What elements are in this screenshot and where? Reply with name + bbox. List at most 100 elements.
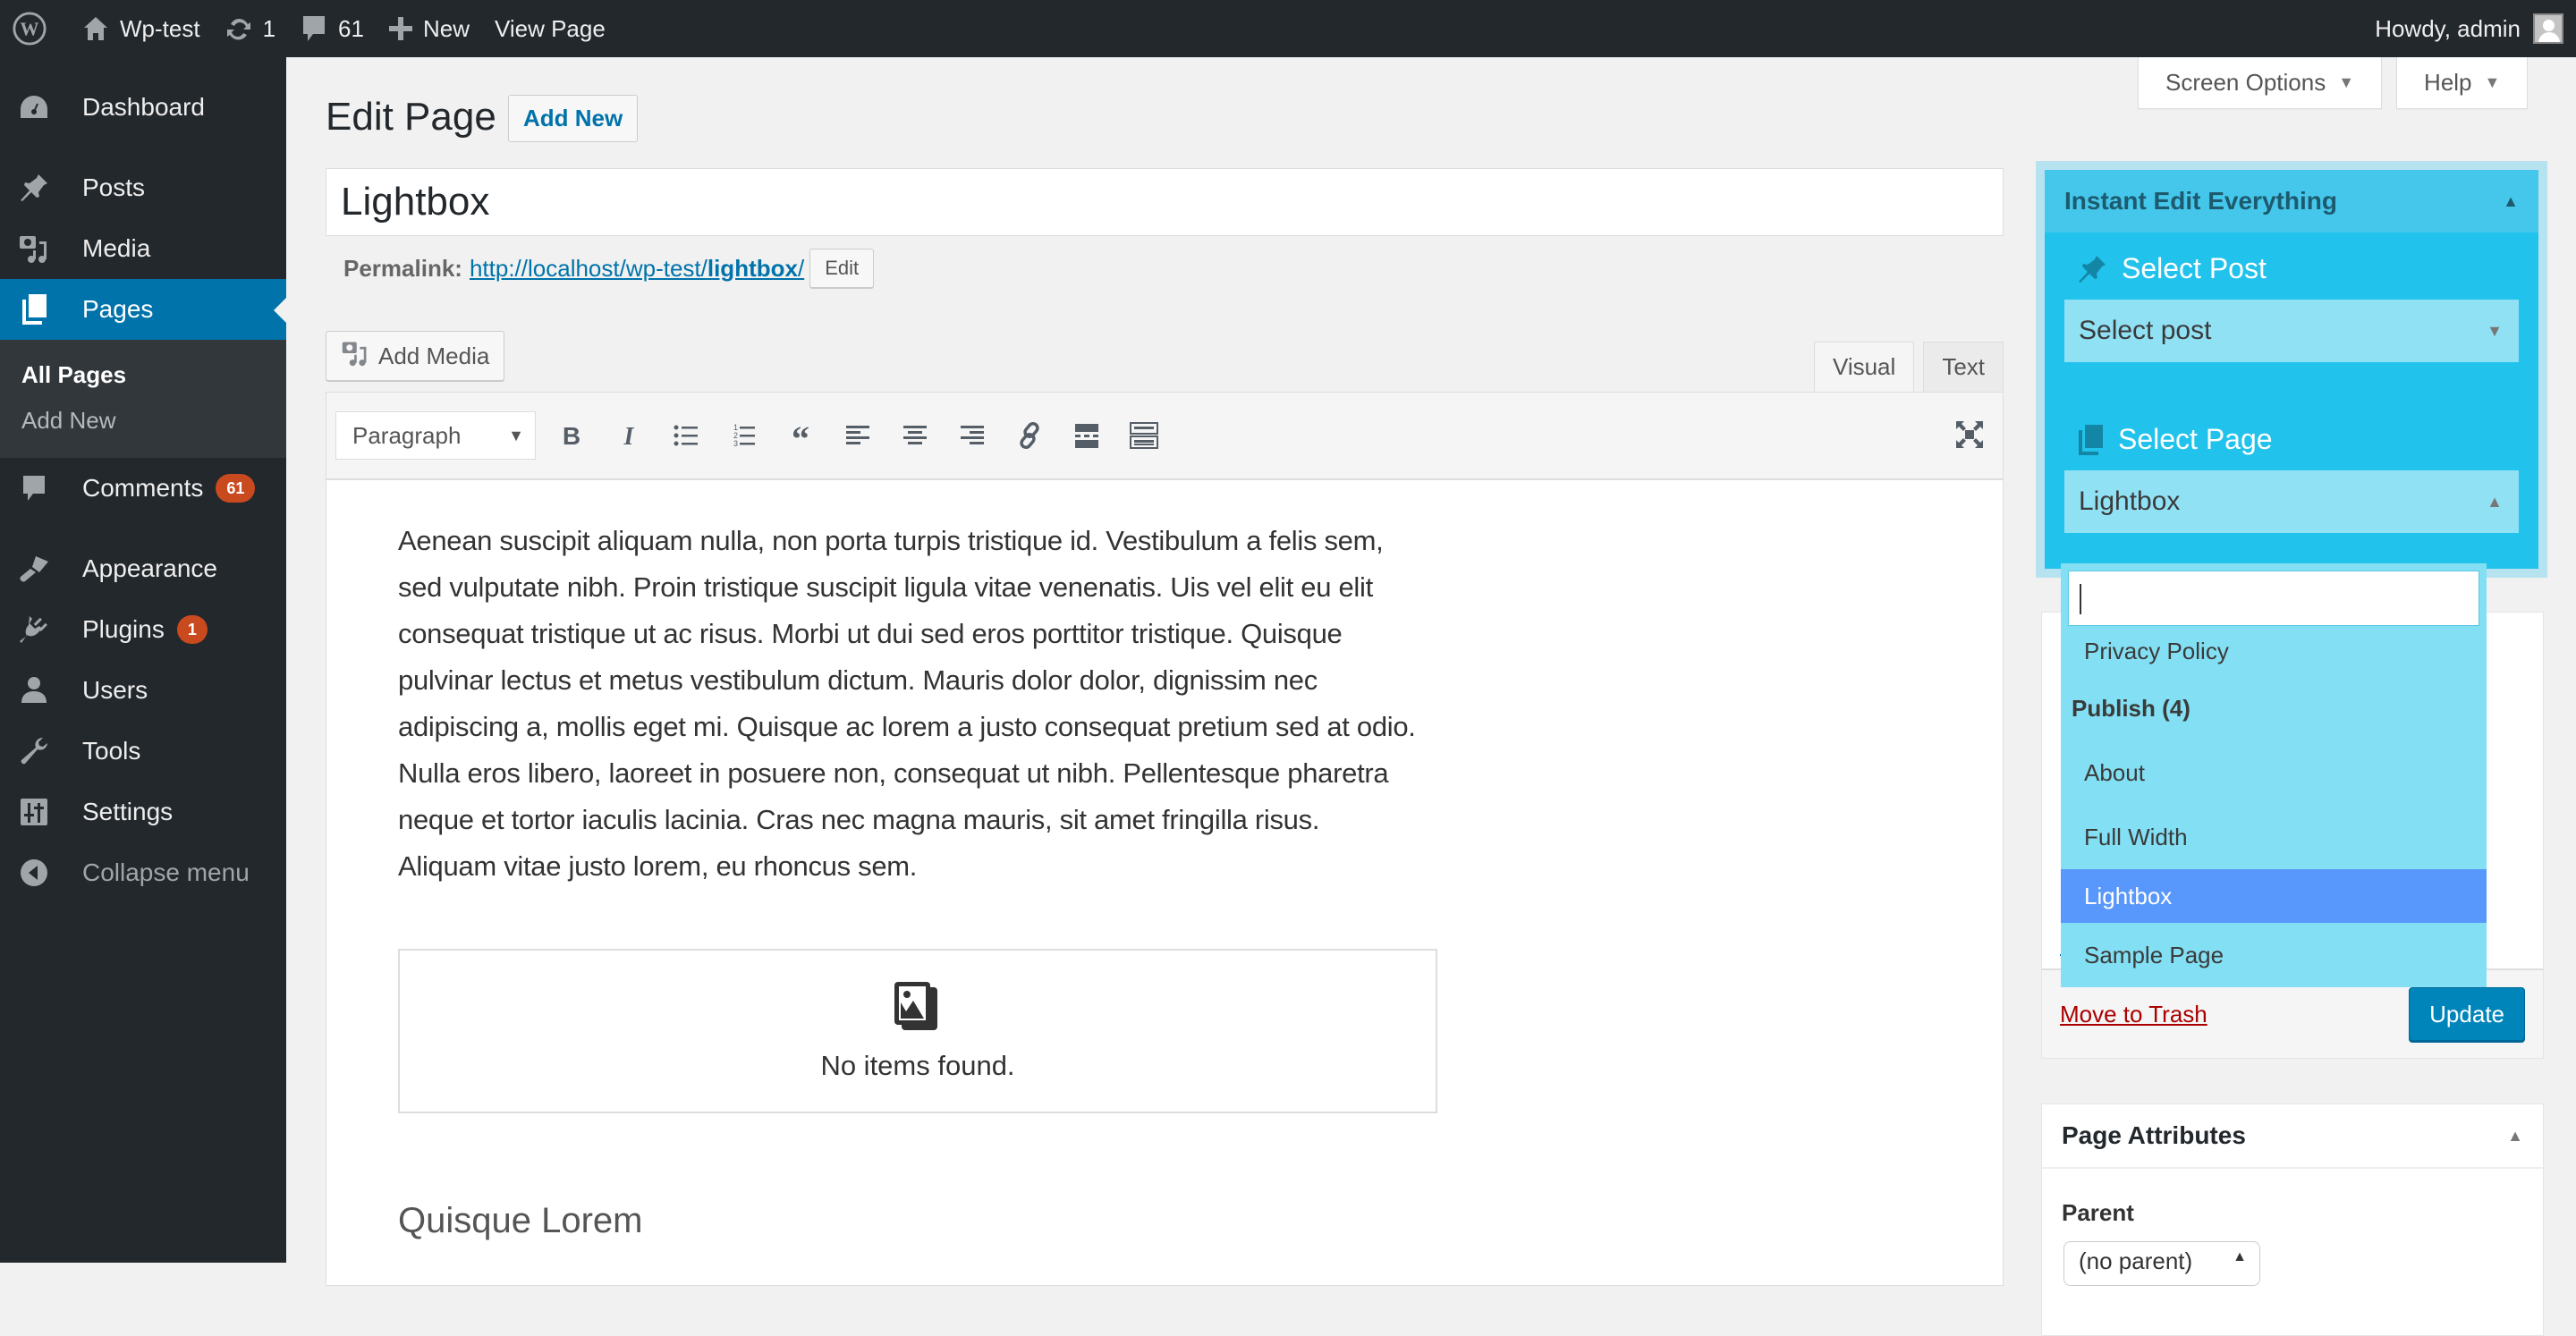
dropdown-group-label: Publish (4) xyxy=(2072,694,2190,722)
select-post-dropdown[interactable]: Select post ▼ xyxy=(2064,300,2519,362)
bold-button[interactable]: B xyxy=(543,411,600,460)
page-attributes-header[interactable]: Page Attributes ▲ xyxy=(2042,1104,2543,1169)
permalink-link[interactable]: http://localhost/wp-test/lightbox/ xyxy=(470,255,804,283)
screen-meta-links: Screen Options ▼ Help ▼ xyxy=(2138,57,2529,109)
media-icon xyxy=(341,339,369,374)
fullscreen-button[interactable] xyxy=(1954,419,1985,454)
numbered-list-button[interactable]: 123 xyxy=(715,411,772,460)
instant-edit-metabox: Instant Edit Everything ▲ Select Post Se… xyxy=(2036,161,2547,578)
dropdown-option[interactable]: Full Width xyxy=(2061,805,2487,869)
align-left-button[interactable] xyxy=(829,411,886,460)
bullet-list-icon xyxy=(674,425,698,446)
collapse-label: Collapse menu xyxy=(82,858,250,886)
post-title-input[interactable]: Lightbox xyxy=(326,168,2004,236)
dashboard-icon xyxy=(18,91,50,123)
sidebar-item-pages[interactable]: Pages xyxy=(0,279,286,340)
collapse-toggle-icon[interactable]: ▲ xyxy=(2503,192,2519,211)
updates-link[interactable]: 1 xyxy=(213,0,288,57)
svg-text:3: 3 xyxy=(733,439,738,448)
parent-select[interactable]: (no parent) ▲ xyxy=(2063,1241,2260,1286)
sidebar-item-comments[interactable]: Comments 61 xyxy=(0,458,286,519)
permalink: Permalink: http://localhost/wp-test/ligh… xyxy=(343,249,875,288)
gallery-empty-text: No items found. xyxy=(820,1050,1015,1081)
plugin-icon xyxy=(18,613,50,646)
home-icon xyxy=(82,15,109,42)
svg-text:B: B xyxy=(563,422,580,450)
align-center-button[interactable] xyxy=(886,411,944,460)
sidebar-item-media[interactable]: Media xyxy=(0,218,286,279)
tab-text[interactable]: Text xyxy=(1923,342,2004,393)
update-button[interactable]: Update xyxy=(2409,987,2525,1041)
sidebar-item-plugins[interactable]: Plugins 1 xyxy=(0,599,286,660)
gallery-placeholder[interactable]: No items found. xyxy=(398,949,1437,1113)
screen-options-label: Screen Options xyxy=(2165,69,2326,96)
view-page-link[interactable]: View Page xyxy=(482,0,618,57)
editor-heading: Quisque Lorem xyxy=(398,1201,643,1240)
sidebar-item-users[interactable]: Users xyxy=(0,660,286,721)
help-button[interactable]: Help ▼ xyxy=(2396,57,2529,109)
move-to-trash-link[interactable]: Move to Trash xyxy=(2060,1001,2207,1028)
edit-slug-button[interactable]: Edit xyxy=(809,249,875,288)
new-label: New xyxy=(422,14,470,42)
link-icon xyxy=(1020,421,1039,450)
wp-logo-button[interactable]: W xyxy=(0,0,70,57)
svg-text:I: I xyxy=(623,423,635,451)
blockquote-button[interactable]: “ xyxy=(772,411,829,460)
pin-icon xyxy=(2077,254,2107,284)
admin-bar: W Wp-test 1 61 New View Page Howdy, admi… xyxy=(0,0,2576,57)
sidebar-item-posts[interactable]: Posts xyxy=(0,157,286,218)
page-attributes-title: Page Attributes xyxy=(2062,1121,2246,1149)
dropdown-option[interactable]: About xyxy=(2061,740,2487,805)
sidebar-item-dashboard[interactable]: Dashboard xyxy=(0,77,286,138)
new-content-link[interactable]: New xyxy=(377,0,482,57)
tab-visual[interactable]: Visual xyxy=(1813,342,1915,393)
comments-link[interactable]: 61 xyxy=(288,0,377,57)
site-name-link[interactable]: Wp-test xyxy=(70,0,213,57)
bullet-list-button[interactable] xyxy=(657,411,715,460)
sidebar-item-settings[interactable]: Settings xyxy=(0,782,286,842)
dropdown-option[interactable]: Privacy Policy xyxy=(2061,626,2487,676)
collapse-menu-button[interactable]: Collapse menu xyxy=(0,842,286,903)
select-post-label-text: Select Post xyxy=(2122,252,2267,284)
comment-icon xyxy=(18,472,50,504)
submenu-add-new[interactable]: Add New xyxy=(0,398,286,444)
format-select[interactable]: Paragraph ▼ xyxy=(335,411,536,460)
select-page-label-text: Select Page xyxy=(2118,423,2273,455)
select-post-label: Select Post xyxy=(2045,252,2538,285)
select-page-options: Privacy Policy Publish (4) About Full Wi… xyxy=(2061,563,2487,987)
permalink-label: Permalink: xyxy=(343,254,462,282)
select-page-dropdown[interactable]: Lightbox ▲ xyxy=(2064,470,2519,533)
add-new-button[interactable]: Add New xyxy=(508,95,639,142)
main-content: Screen Options ▼ Help ▼ Edit Page Add Ne… xyxy=(286,57,2576,1336)
insert-link-button[interactable] xyxy=(1001,411,1058,460)
sidebar-label: Pages xyxy=(82,295,154,323)
add-media-label: Add Media xyxy=(378,342,490,369)
user-icon xyxy=(18,674,50,706)
numbered-list-icon: 123 xyxy=(733,423,755,448)
dropdown-search-input[interactable] xyxy=(2068,571,2479,626)
submenu-all-pages[interactable]: All Pages xyxy=(0,352,286,398)
collapse-toggle-icon[interactable]: ▲ xyxy=(2507,1127,2523,1146)
toolbar-toggle-button[interactable] xyxy=(1115,411,1173,460)
read-more-button[interactable] xyxy=(1058,411,1115,460)
italic-button[interactable]: I xyxy=(600,411,657,460)
greeting: Howdy, admin xyxy=(2375,14,2521,42)
dropdown-option[interactable]: Sample Page xyxy=(2061,923,2487,987)
align-right-button[interactable] xyxy=(944,411,1001,460)
page-attributes-metabox: Page Attributes ▲ Parent (no parent) ▲ xyxy=(2041,1103,2544,1336)
caret-up-icon: ▲ xyxy=(2233,1249,2247,1264)
media-icon xyxy=(18,233,50,265)
permalink-slug: lightbox xyxy=(707,254,798,282)
wordpress-logo-icon: W xyxy=(13,12,47,46)
caret-down-icon: ▼ xyxy=(2338,73,2355,91)
dropdown-option-selected[interactable]: Lightbox xyxy=(2061,869,2487,923)
select-page-value: Lightbox xyxy=(2079,486,2181,516)
add-media-button[interactable]: Add Media xyxy=(326,331,505,381)
sidebar-item-appearance[interactable]: Appearance xyxy=(0,538,286,599)
sidebar-item-tools[interactable]: Tools xyxy=(0,721,286,782)
instant-edit-header[interactable]: Instant Edit Everything ▲ xyxy=(2045,170,2538,233)
screen-options-button[interactable]: Screen Options ▼ xyxy=(2138,57,2383,109)
editor-content[interactable]: Aenean suscipit aliquam nulla, non porta… xyxy=(326,480,2003,1279)
my-account[interactable]: Howdy, admin xyxy=(2375,13,2576,44)
instant-edit-panel: Instant Edit Everything ▲ Select Post Se… xyxy=(2045,170,2538,569)
